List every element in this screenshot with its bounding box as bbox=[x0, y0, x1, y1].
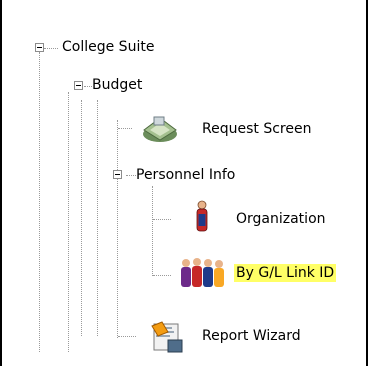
collapse-toggle-budget[interactable] bbox=[74, 81, 83, 90]
collapse-toggle-personnel-info[interactable] bbox=[113, 170, 122, 179]
report-wizard-icon bbox=[151, 321, 183, 353]
tree-connector bbox=[84, 86, 92, 87]
tree-connector bbox=[118, 336, 136, 337]
tree-item-by-gl-link-id[interactable]: By G/L Link ID bbox=[234, 264, 337, 282]
tree-connector bbox=[126, 175, 136, 176]
tree-item-request-screen[interactable]: Request Screen bbox=[202, 120, 311, 138]
tree-connector bbox=[153, 275, 171, 276]
tree-guide-line bbox=[81, 100, 82, 336]
tree-guide-line bbox=[68, 92, 69, 352]
tree-item-report-wizard[interactable]: Report Wizard bbox=[202, 327, 301, 345]
tree-guide-line bbox=[97, 100, 98, 336]
tree-item-organization[interactable]: Organization bbox=[236, 210, 326, 228]
tree-view: College Suite Budget Request Screen Pers… bbox=[0, 0, 370, 368]
tree-guide-line bbox=[152, 186, 153, 276]
collapse-toggle-college-suite[interactable] bbox=[35, 43, 44, 52]
tree-connector bbox=[153, 219, 171, 220]
tree-connector bbox=[44, 48, 58, 49]
tree-guide-line bbox=[117, 120, 118, 338]
organization-icon bbox=[196, 200, 208, 232]
tree-item-budget[interactable]: Budget bbox=[92, 76, 142, 94]
tree-item-college-suite[interactable]: College Suite bbox=[62, 38, 154, 56]
tree-item-personnel-info[interactable]: Personnel Info bbox=[136, 166, 235, 184]
tree-guide-line bbox=[39, 52, 40, 352]
gl-link-icon bbox=[181, 258, 224, 287]
request-screen-icon bbox=[143, 116, 177, 142]
tree-connector bbox=[118, 128, 132, 129]
